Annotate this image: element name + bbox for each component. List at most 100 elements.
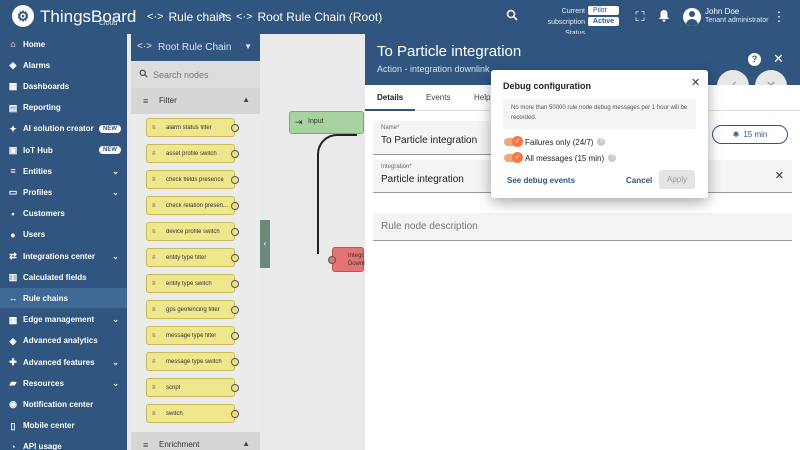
close-icon[interactable]: ✕ [691, 76, 700, 89]
library-title: Root Rule Chain [158, 42, 232, 53]
chevron-down-icon: ⌄ [112, 166, 119, 176]
library-node[interactable]: ≡ switch [146, 404, 239, 423]
library-node[interactable]: ≡ check fields presence [146, 170, 239, 189]
see-debug-events-link[interactable]: See debug events [507, 176, 575, 185]
sidebar-item-integrations-center[interactable]: ⇄ Integrations center ⌄ [0, 246, 127, 266]
library-node[interactable]: ≡ message type filter [146, 326, 239, 345]
sidebar-item-customers[interactable]: ▪ Customers [0, 204, 127, 224]
chevron-down-icon: ⌄ [112, 378, 119, 388]
section-filter[interactable]: ≡ Filter ▲ [131, 88, 260, 114]
search-nodes-input[interactable] [153, 67, 253, 83]
user-avatar-icon[interactable] [683, 8, 701, 26]
tab-details[interactable]: Details [377, 93, 403, 102]
node-label: check relation presen... [166, 202, 229, 209]
clear-icon[interactable]: ✕ [775, 169, 784, 182]
node-output-port [231, 280, 239, 288]
description-input[interactable]: Rule node description [381, 221, 478, 232]
help-icon[interactable]: ? [597, 138, 606, 146]
sidebar-item-ai-solution-creator[interactable]: ✦ AI solution creator NEW [0, 119, 127, 139]
search-icon [139, 69, 148, 80]
sidebar-item-profiles[interactable]: ▭ Profiles ⌄ [0, 182, 127, 202]
mobile-icon: ▯ [10, 420, 16, 431]
apply-button[interactable]: Apply [659, 170, 695, 189]
search-icon[interactable] [504, 9, 520, 25]
close-icon[interactable]: ✕ [773, 51, 784, 67]
section-label: Filter [159, 96, 177, 105]
chevron-down-icon: ⌄ [112, 187, 119, 197]
node-output-port [231, 150, 239, 158]
library-node[interactable]: ≡ script [146, 378, 239, 397]
sidebar-item-entities[interactable]: ≡ Entities ⌄ [0, 161, 127, 181]
sidebar-item-label: Mobile center [23, 421, 75, 431]
breadcrumb-rule-chains[interactable]: <·> Rule chains [147, 10, 231, 24]
sidebar-item-label: Calculated fields [23, 272, 87, 282]
breadcrumb-separator: > [220, 10, 227, 22]
help-icon[interactable]: ? [608, 154, 617, 162]
library-node[interactable]: ≡ check relation presen... [146, 196, 239, 215]
name-input[interactable]: To Particle integration [381, 135, 477, 146]
node-library: <·> Root Rule Chain ▼ ≡ Filter ▲ ≡ alarm … [131, 34, 260, 450]
library-node[interactable]: ≡ alarm status filter [146, 118, 239, 137]
node-input-port[interactable] [328, 256, 336, 264]
sidebar-item-dashboards[interactable]: ▦ Dashboards [0, 76, 127, 96]
sidebar-item-iot-hub[interactable]: ▣ IoT Hub NEW [0, 140, 127, 160]
notifications-bell-icon[interactable] [656, 9, 672, 25]
filter-node-icon: ≡ [152, 332, 156, 339]
user-icon: ● [10, 229, 16, 240]
sidebar-item-resources[interactable]: ▰ Resources ⌄ [0, 373, 127, 393]
library-node[interactable]: ≡ entity type filter [146, 248, 239, 267]
section-enrichment[interactable]: ≡ Enrichment ▲ [131, 432, 260, 450]
integration-select[interactable]: Particle integration [381, 174, 464, 185]
sidebar-item-calculated-fields[interactable]: ▥ Calculated fields [0, 267, 127, 287]
sidebar-item-notification-center[interactable]: ◉ Notification center [0, 394, 127, 414]
integration-downlink-node[interactable]: Integr. Downli... [328, 247, 371, 272]
logo[interactable]: ⚙ ThingsBoard [12, 5, 136, 27]
filter-node-icon: ≡ [152, 306, 156, 313]
library-node[interactable]: ≡ gps geofencing filter [146, 300, 239, 319]
node-label: alarm status filter [166, 124, 212, 131]
sidebar-item-reporting[interactable]: ▤ Reporting [0, 98, 127, 118]
library-node[interactable]: ≡ asset profile switch [146, 144, 239, 163]
breadcrumb-label: Root Rule Chain (Root) [257, 10, 383, 24]
library-node[interactable]: ≡ message type switch [146, 352, 239, 371]
sidebar-item-users[interactable]: ● Users [0, 225, 127, 245]
sidebar: ⌂ Home ◆ Alarms ▦ Dashboards ▤ Reporting ✦ AI sol… [0, 34, 127, 450]
failures-only-toggle[interactable] [504, 136, 523, 147]
chevron-down-icon[interactable]: ▼ [244, 42, 252, 51]
collapse-library-handle[interactable]: ‹ [260, 220, 270, 268]
filter-node-icon: ≡ [152, 176, 156, 183]
panel-title: To Particle integration [377, 43, 522, 60]
sidebar-item-edge-management[interactable]: ▦ Edge management ⌄ [0, 310, 127, 330]
failures-only-row: Failures only (24/7) ? [504, 136, 694, 148]
sidebar-item-advanced-analytics[interactable]: ◈ Advanced analytics [0, 331, 127, 351]
sidebar-item-api-usage[interactable]: ◔ API usage [0, 437, 127, 450]
node-label: check fields presence [166, 176, 224, 183]
help-icon[interactable]: ? [748, 53, 761, 66]
sidebar-item-home[interactable]: ⌂ Home [0, 34, 127, 54]
fullscreen-icon[interactable]: ⛶ [632, 9, 648, 25]
filter-node-icon: ≡ [152, 280, 156, 287]
sidebar-item-mobile-center[interactable]: ▯ Mobile center [0, 416, 127, 436]
chevron-up-icon: ▲ [242, 95, 250, 104]
sidebar-item-label: Dashboards [23, 81, 70, 91]
node-output-port [231, 306, 239, 314]
chevron-down-icon: ⌄ [112, 251, 119, 261]
library-node[interactable]: ≡ entity type switch [146, 274, 239, 293]
sidebar-item-advanced-features[interactable]: ✚ Advanced features ⌄ [0, 352, 127, 372]
debug-mode-button[interactable]: ✱ 15 min [712, 125, 788, 144]
all-messages-toggle[interactable] [504, 152, 523, 163]
more-vert-icon[interactable]: ⋮ [771, 9, 787, 25]
sidebar-item-alarms[interactable]: ◆ Alarms [0, 55, 127, 75]
sidebar-item-rule-chains[interactable]: ↔ Rule chains [0, 288, 127, 309]
node-label: script [166, 384, 181, 391]
node-label: message type filter [166, 332, 217, 339]
logo-subtitle: Cloud [99, 20, 118, 27]
node-output-port [231, 358, 239, 366]
tab-events[interactable]: Events [426, 93, 450, 102]
bug-icon: ✱ [732, 130, 740, 139]
cancel-button[interactable]: Cancel [626, 176, 652, 185]
input-node[interactable]: ⇥ Input [289, 111, 364, 134]
library-node[interactable]: ≡ device profile switch [146, 222, 239, 241]
description-field[interactable]: Rule node description [373, 213, 792, 241]
tab-help[interactable]: Help [474, 93, 490, 102]
